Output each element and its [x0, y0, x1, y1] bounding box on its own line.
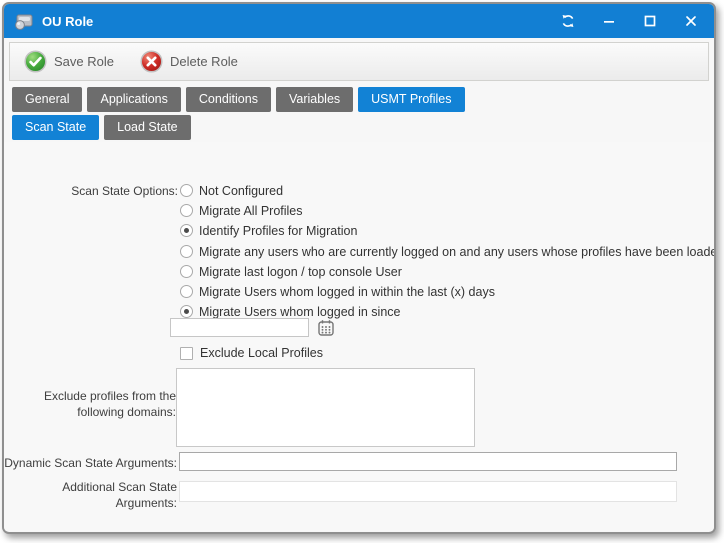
radio-circle[interactable]	[180, 184, 193, 197]
tab-variables[interactable]: Variables	[276, 87, 353, 112]
maximize-button[interactable]	[643, 14, 657, 28]
radio-circle[interactable]	[180, 305, 193, 318]
sub-tabs: Scan State Load State	[4, 115, 714, 140]
tab-usmt-profiles[interactable]: USMT Profiles	[358, 87, 464, 112]
additional-scan-state-arguments-input[interactable]	[179, 481, 677, 502]
radio-label: Migrate Users whom logged in since	[199, 305, 400, 319]
refresh-icon	[561, 14, 575, 28]
refresh-button[interactable]	[561, 14, 575, 28]
scan-state-radio-group-2: Migrate any users who are currently logg…	[180, 242, 716, 322]
radio-label: Migrate Users whom logged in within the …	[199, 285, 495, 299]
exclude-local-profiles-checkbox[interactable]	[180, 347, 193, 360]
calendar-icon[interactable]	[317, 319, 335, 337]
window-title: OU Role	[42, 14, 561, 29]
radio-circle[interactable]	[180, 245, 193, 258]
radio-label: Identify Profiles for Migration	[199, 224, 357, 238]
radio-migrate-all-profiles[interactable]: Migrate All Profiles	[180, 201, 357, 220]
tab-load-state[interactable]: Load State	[104, 115, 190, 140]
toolbar: Save Role Delete Role	[9, 42, 709, 81]
dynamic-scan-state-arguments-label: Dynamic Scan State Arguments:	[4, 456, 177, 470]
window-controls	[561, 14, 698, 28]
radio-label: Migrate any users who are currently logg…	[199, 245, 716, 259]
radio-migrate-current-users[interactable]: Migrate any users who are currently logg…	[180, 242, 716, 261]
radio-circle[interactable]	[180, 265, 193, 278]
tab-conditions[interactable]: Conditions	[186, 87, 271, 112]
radio-label: Migrate last logon / top console User	[199, 265, 402, 279]
close-icon	[685, 15, 697, 27]
radio-circle[interactable]	[180, 204, 193, 217]
tab-general[interactable]: General	[12, 87, 82, 112]
exclude-domains-label: Exclude profiles from the following doma…	[4, 388, 176, 420]
tab-applications[interactable]: Applications	[87, 87, 180, 112]
minimize-icon	[603, 15, 615, 27]
radio-circle[interactable]	[180, 285, 193, 298]
close-button[interactable]	[684, 14, 698, 28]
maximize-icon	[644, 15, 656, 27]
logged-in-since-date-input[interactable]	[170, 318, 309, 337]
delete-x-icon	[140, 50, 163, 73]
ou-role-window-icon	[14, 13, 34, 30]
delete-role-button[interactable]: Delete Role	[140, 50, 238, 73]
radio-label: Not Configured	[199, 184, 283, 198]
scan-state-options-label: Scan State Options:	[4, 184, 178, 198]
exclude-local-profiles-row[interactable]: Exclude Local Profiles	[180, 346, 323, 360]
ou-role-window: OU Role	[2, 2, 716, 534]
radio-not-configured[interactable]: Not Configured	[180, 181, 357, 200]
additional-scan-state-arguments-label: Additional Scan State Arguments:	[4, 479, 177, 511]
radio-circle[interactable]	[180, 224, 193, 237]
main-tabs: General Applications Conditions Variable…	[4, 87, 714, 112]
exclude-local-profiles-label: Exclude Local Profiles	[200, 346, 323, 360]
scan-state-radio-group-1: Not Configured Migrate All Profiles Iden…	[180, 181, 357, 241]
save-role-button[interactable]: Save Role	[24, 50, 114, 73]
delete-role-label: Delete Role	[170, 54, 238, 69]
tab-scan-state[interactable]: Scan State	[12, 115, 99, 140]
radio-label: Migrate All Profiles	[199, 204, 303, 218]
save-check-icon	[24, 50, 47, 73]
logged-in-since-date-row	[170, 318, 335, 337]
dynamic-scan-state-arguments-input[interactable]	[179, 452, 677, 471]
save-role-label: Save Role	[54, 54, 114, 69]
title-bar: OU Role	[4, 4, 714, 38]
radio-migrate-last-logon[interactable]: Migrate last logon / top console User	[180, 262, 716, 281]
exclude-domains-textarea[interactable]	[176, 368, 475, 447]
scan-state-panel: Scan State Options: Not Configured Migra…	[4, 142, 714, 531]
minimize-button[interactable]	[602, 14, 616, 28]
radio-migrate-last-x-days[interactable]: Migrate Users whom logged in within the …	[180, 282, 716, 301]
radio-identify-profiles[interactable]: Identify Profiles for Migration	[180, 221, 357, 240]
